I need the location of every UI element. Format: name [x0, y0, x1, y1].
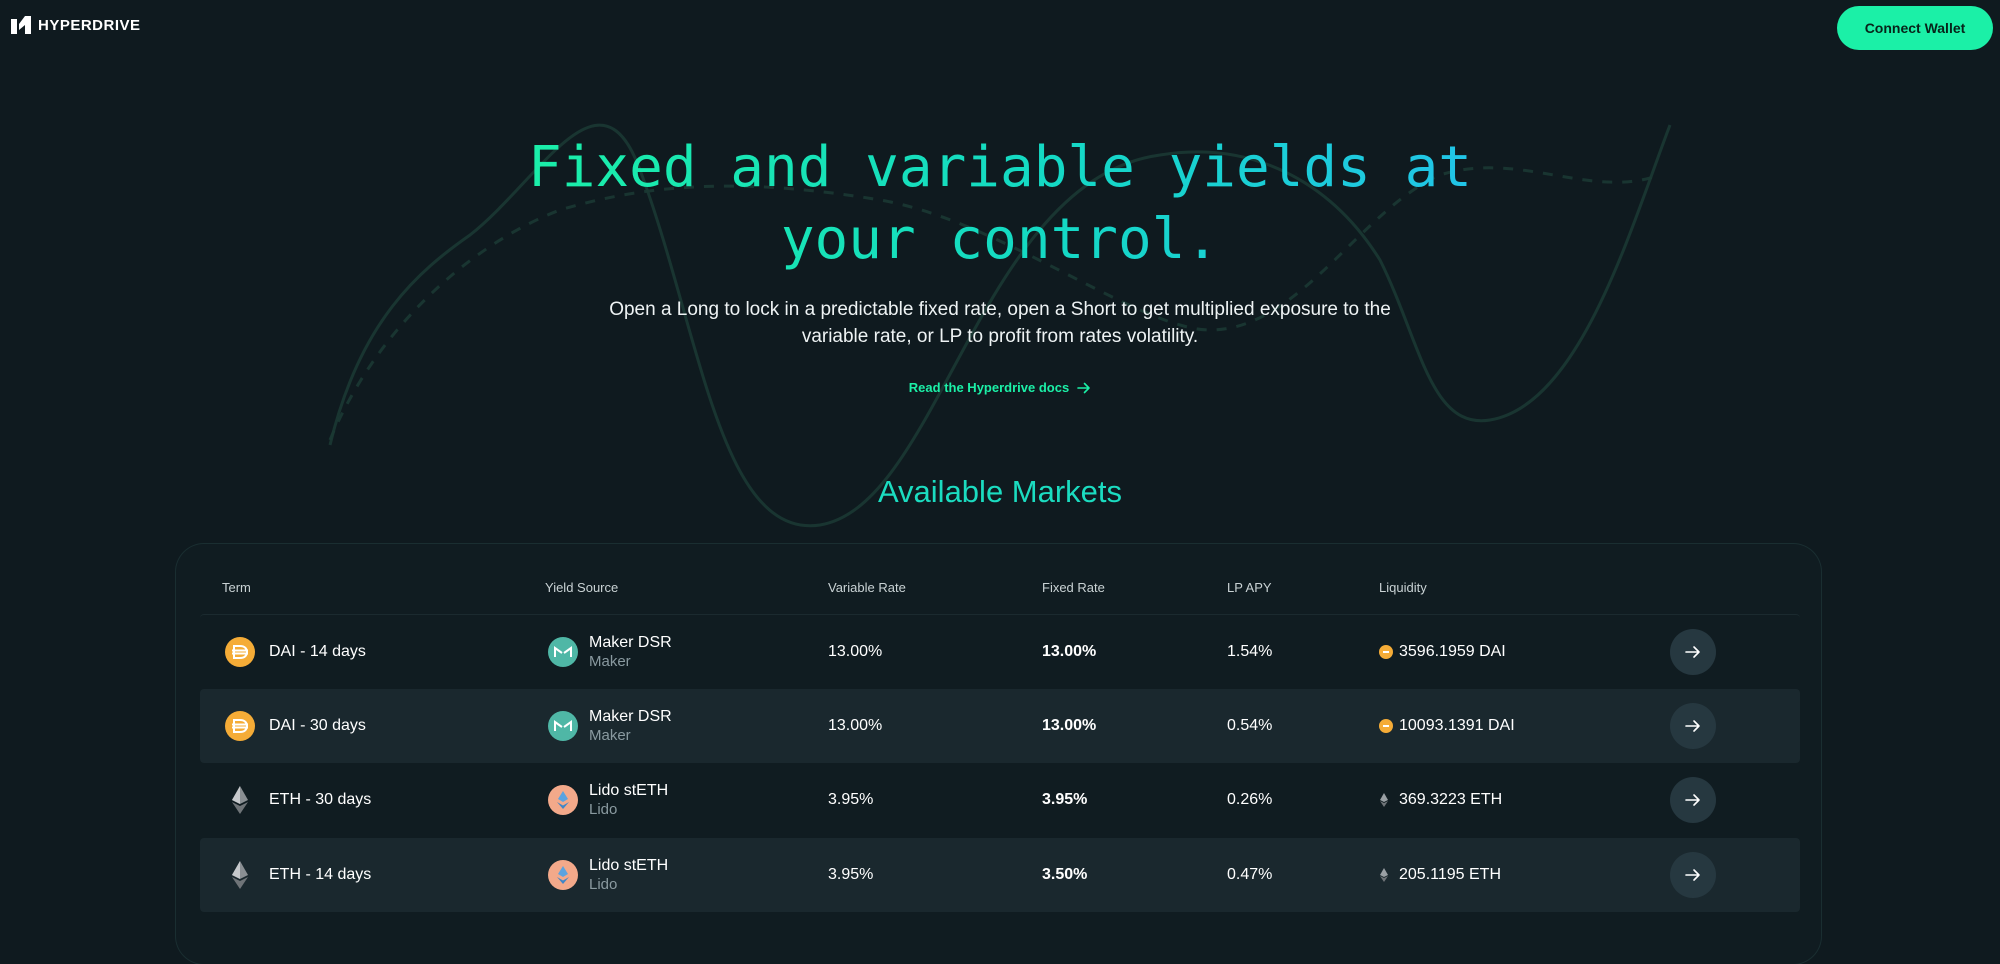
- column-liquidity[interactable]: Liquidity: [1379, 580, 1427, 595]
- fixed-rate: 3.50%: [1042, 866, 1088, 883]
- hero-subtitle-line2: variable rate, or LP to profit from rate…: [801, 326, 1199, 347]
- top-header: HYPERDRIVE Connect Wallet: [0, 0, 2000, 54]
- liquidity-value: 10093.1391 DAI: [1399, 717, 1515, 734]
- docs-link-label: Read the Hyperdrive docs: [908, 380, 1070, 395]
- variable-rate: 13.00%: [828, 717, 883, 734]
- arrow-right-icon: [1077, 382, 1090, 393]
- term-label: DAI - 30 days: [269, 717, 366, 734]
- variable-rate: 3.95%: [828, 791, 874, 808]
- market-row[interactable]: DAI - 14 days Maker DSR Maker 13.00% 13.…: [200, 614, 1800, 689]
- yield-source-protocol: Maker: [589, 727, 631, 744]
- docs-link[interactable]: Read the Hyperdrive docs: [880, 380, 1120, 395]
- column-fixed-rate[interactable]: Fixed Rate: [1042, 580, 1105, 595]
- liquidity-value: 205.1195 ETH: [1399, 866, 1501, 883]
- hero-title: Fixed and variable yields at your contro…: [500, 132, 1500, 276]
- lp-apy: 1.54%: [1227, 643, 1273, 660]
- hyperdrive-logo-icon: [11, 16, 31, 34]
- liquidity-value: 369.3223 ETH: [1399, 791, 1503, 808]
- column-lp-apy[interactable]: LP APY: [1227, 580, 1272, 595]
- open-market-button[interactable]: [1670, 703, 1716, 749]
- eth-icon: [225, 860, 255, 890]
- fixed-rate: 3.95%: [1042, 791, 1088, 808]
- eth-icon: [225, 785, 255, 815]
- term-label: ETH - 14 days: [269, 866, 372, 883]
- markets-table-header: Term Yield Source Variable Rate Fixed Ra…: [200, 580, 1800, 614]
- arrow-right-icon: [1685, 869, 1700, 881]
- dai-icon: [1379, 719, 1393, 733]
- market-row[interactable]: DAI - 30 days Maker DSR Maker 13.00% 13.…: [200, 689, 1800, 763]
- hero-subtitle: Open a Long to lock in a predictable fix…: [560, 296, 1440, 350]
- column-term[interactable]: Term: [222, 580, 251, 595]
- open-market-button[interactable]: [1670, 852, 1716, 898]
- arrow-right-icon: [1685, 720, 1700, 732]
- hero-subtitle-line1: Open a Long to lock in a predictable fix…: [609, 299, 1391, 320]
- lp-apy: 0.26%: [1227, 791, 1273, 808]
- hyperdrive-logo[interactable]: HYPERDRIVE: [11, 16, 141, 34]
- open-market-button[interactable]: [1670, 777, 1716, 823]
- liquidity-value: 3596.1959 DAI: [1399, 643, 1506, 660]
- markets-title: Available Markets: [877, 474, 1123, 509]
- yield-source-protocol: Lido: [589, 876, 618, 893]
- lp-apy: 0.54%: [1227, 717, 1273, 734]
- yield-source-name: Maker DSR: [589, 708, 672, 725]
- yield-source-name: Lido stETH: [589, 782, 669, 799]
- lp-apy: 0.47%: [1227, 866, 1273, 883]
- yield-source-name: Maker DSR: [589, 634, 672, 651]
- eth-icon: [1379, 868, 1393, 882]
- term-label: ETH - 30 days: [269, 791, 372, 808]
- variable-rate: 3.95%: [828, 866, 874, 883]
- fixed-rate: 13.00%: [1042, 643, 1097, 660]
- hero-title-line1: Fixed and variable yields at: [527, 135, 1472, 200]
- column-variable-rate[interactable]: Variable Rate: [828, 580, 906, 595]
- maker-icon: [548, 637, 578, 667]
- lido-icon: [548, 860, 578, 890]
- maker-icon: [548, 711, 578, 741]
- connect-wallet-button[interactable]: Connect Wallet: [1837, 6, 1993, 50]
- market-row[interactable]: ETH - 30 days Lido stETH Lido 3.95% 3.95…: [200, 763, 1800, 837]
- eth-icon: [1379, 793, 1393, 807]
- fixed-rate: 13.00%: [1042, 717, 1097, 734]
- column-yield-source[interactable]: Yield Source: [545, 580, 618, 595]
- arrow-right-icon: [1685, 794, 1700, 806]
- yield-source-protocol: Lido: [589, 801, 618, 818]
- logo-text: HYPERDRIVE: [38, 16, 141, 34]
- open-market-button[interactable]: [1670, 629, 1716, 675]
- lido-icon: [548, 785, 578, 815]
- dai-icon: [1379, 645, 1393, 659]
- arrow-right-icon: [1685, 646, 1700, 658]
- yield-source-name: Lido stETH: [589, 857, 669, 874]
- variable-rate: 13.00%: [828, 643, 883, 660]
- yield-source-protocol: Maker: [589, 653, 631, 670]
- term-label: DAI - 14 days: [269, 643, 366, 660]
- hero-title-line2: your control.: [780, 207, 1220, 272]
- dai-icon: [225, 711, 255, 741]
- dai-icon: [225, 637, 255, 667]
- market-row[interactable]: ETH - 14 days Lido stETH Lido 3.95% 3.50…: [200, 838, 1800, 912]
